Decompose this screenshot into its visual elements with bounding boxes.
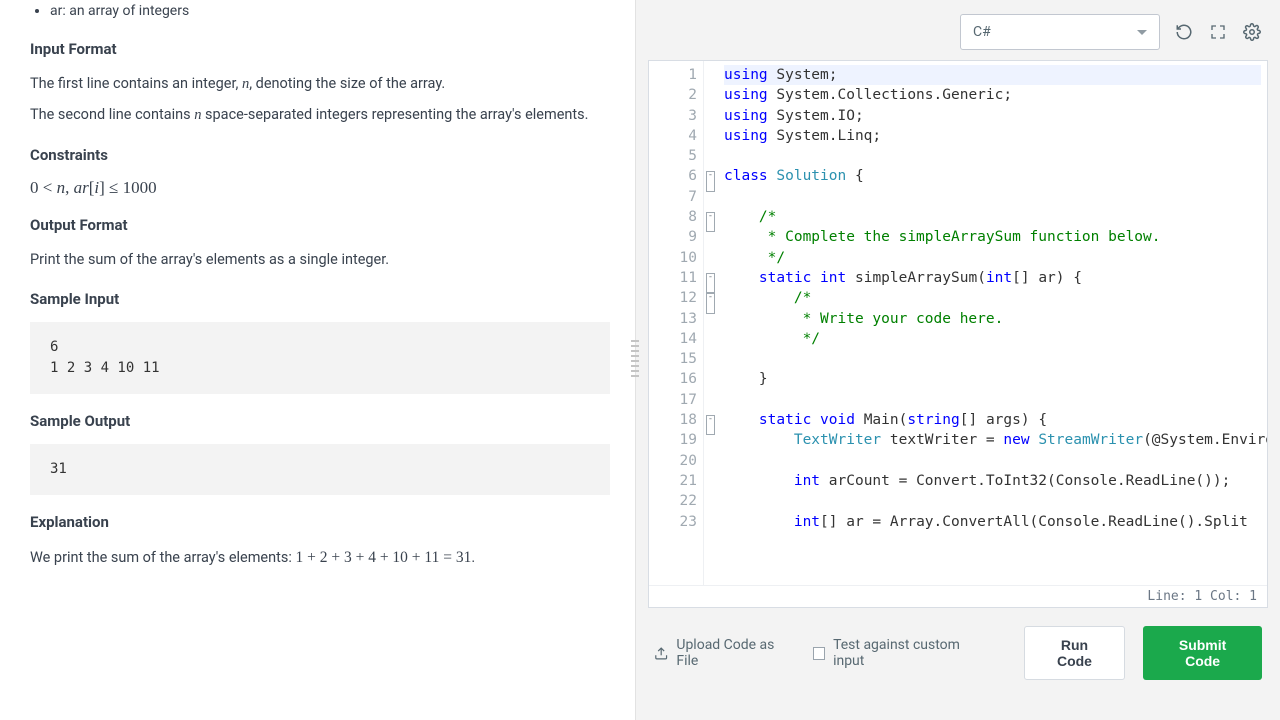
fullscreen-collapse-icon[interactable] xyxy=(1208,22,1228,42)
output-format-text: Print the sum of the array's elements as… xyxy=(30,248,610,273)
constraints-expression: 0 < n, ar[i] ≤ 1000 xyxy=(30,178,610,198)
code-editor[interactable]: 1234567891011121314151617181920212223 --… xyxy=(648,60,1268,608)
submit-code-button[interactable]: Submit Code xyxy=(1143,626,1262,680)
checkbox-box-icon xyxy=(813,647,826,660)
upload-icon xyxy=(654,646,668,661)
language-select-value: C# xyxy=(973,24,991,40)
upload-code-button[interactable]: Upload Code as File xyxy=(654,637,795,669)
heading-sample-input: Sample Input xyxy=(30,290,610,308)
heading-sample-output: Sample Output xyxy=(30,412,610,430)
heading-explanation: Explanation xyxy=(30,513,610,531)
editor-footer: Upload Code as File Test against custom … xyxy=(636,608,1280,720)
editor-status-bar: Line: 1 Col: 1 xyxy=(649,585,1267,607)
settings-icon[interactable] xyxy=(1242,22,1262,42)
custom-input-checkbox[interactable]: Test against custom input xyxy=(813,637,988,669)
fold-gutter[interactable]: ----- xyxy=(704,61,718,585)
upload-code-label: Upload Code as File xyxy=(676,637,794,669)
sample-input-block: 6 1 2 3 4 10 11 xyxy=(30,322,610,394)
input-format-line2: The second line contains n space-separat… xyxy=(30,103,610,128)
custom-input-label: Test against custom input xyxy=(833,637,988,669)
language-select[interactable]: C# xyxy=(960,14,1160,50)
input-format-line1: The first line contains an integer, n, d… xyxy=(30,72,610,97)
parameter-item: ar: an array of integers xyxy=(50,0,610,22)
heading-input-format: Input Format xyxy=(30,40,610,58)
heading-constraints: Constraints xyxy=(30,146,610,164)
chevron-down-icon xyxy=(1137,30,1147,35)
editor-toolbar: C# xyxy=(636,0,1280,60)
run-code-button[interactable]: Run Code xyxy=(1024,626,1125,680)
code-editor-panel: C# 1234567891011121314151617181920212223… xyxy=(635,0,1280,720)
reset-code-icon[interactable] xyxy=(1174,22,1194,42)
panel-resize-handle[interactable] xyxy=(631,340,639,380)
explanation-text: We print the sum of the array's elements… xyxy=(30,545,610,571)
heading-output-format: Output Format xyxy=(30,216,610,234)
line-number-gutter: 1234567891011121314151617181920212223 xyxy=(649,61,704,585)
code-text-area[interactable]: using System;using System.Collections.Ge… xyxy=(718,61,1267,585)
sample-output-block: 31 xyxy=(30,444,610,495)
problem-description-panel: ar: an array of integers Input Format Th… xyxy=(0,0,635,720)
